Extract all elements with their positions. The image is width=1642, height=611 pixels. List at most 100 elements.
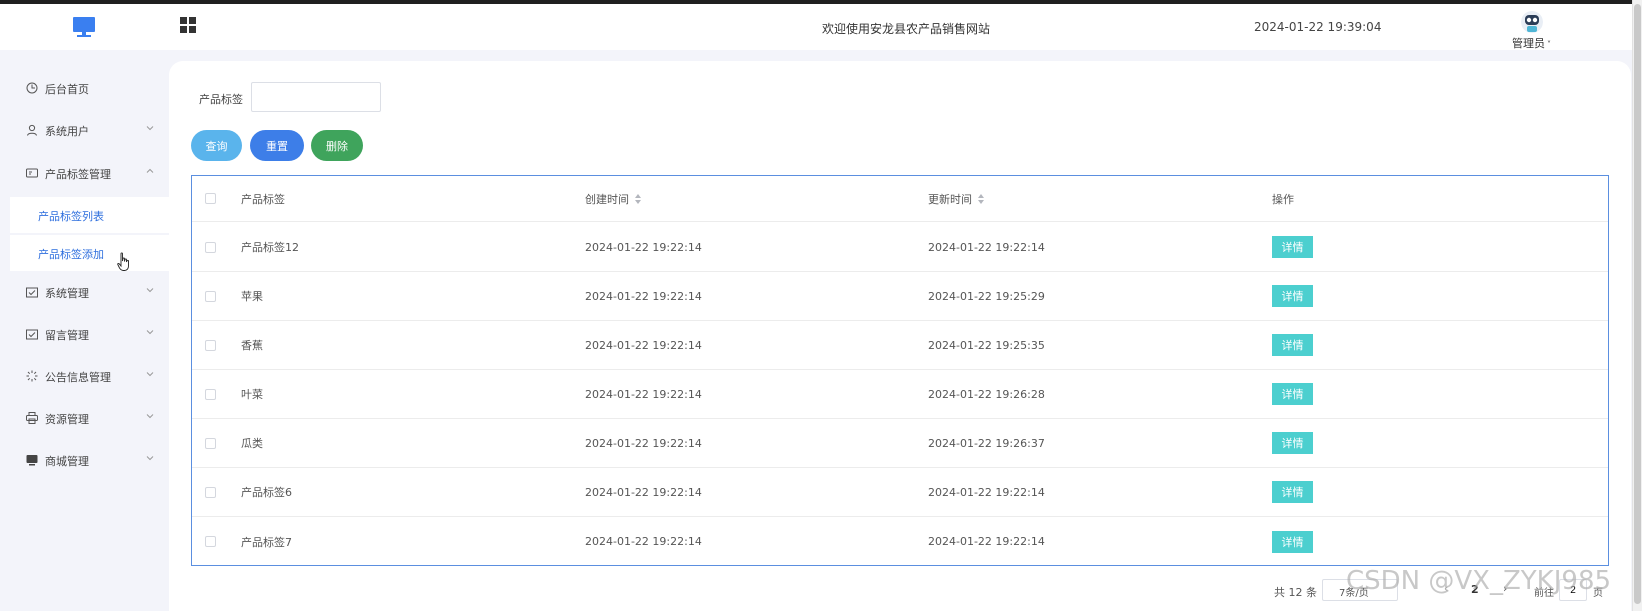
grid-menu-icon[interactable]: [180, 17, 197, 34]
row-checkbox[interactable]: [204, 339, 216, 351]
reset-button[interactable]: 重置: [250, 130, 304, 161]
row-select-cell: [202, 321, 218, 369]
created-cell: 2024-01-22 19:22:14: [585, 436, 702, 450]
sort-icon[interactable]: [635, 193, 641, 204]
sidebar-item-announcements[interactable]: 公告信息管理: [0, 356, 169, 396]
created-cell: 2024-01-22 19:22:14: [585, 485, 702, 499]
chevron-down-icon: [146, 288, 154, 293]
sidebar-item-label: 商城管理: [45, 455, 89, 468]
sidebar-item-messages[interactable]: 留言管理: [0, 314, 169, 354]
sidebar-item-home[interactable]: 后台首页: [0, 68, 169, 108]
tag-cell: 苹果: [241, 290, 263, 303]
ops-cell: 详情: [1272, 272, 1313, 320]
tag-cell: 叶菜: [241, 388, 263, 401]
hand-cursor-icon: [117, 252, 129, 271]
chevron-down-icon: ˅: [1547, 40, 1551, 49]
site-title: 欢迎使用安龙县农产品销售网站: [821, 22, 990, 36]
created-cell: 2024-01-22 19:22:14: [585, 240, 702, 254]
printer-icon: [26, 412, 38, 424]
detail-button[interactable]: 详情: [1272, 383, 1313, 405]
column-header-label: 更新时间: [928, 192, 972, 206]
scrollbar-thumb[interactable]: [1634, 4, 1641, 604]
row-checkbox[interactable]: [204, 536, 216, 547]
updated-cell: 2024-01-22 19:22:14: [928, 240, 1045, 254]
row-checkbox[interactable]: [204, 241, 216, 253]
sidebar-item-label: 留言管理: [45, 329, 89, 342]
row-checkbox[interactable]: [204, 437, 216, 449]
table-row: 产品标签12 2024-01-22 19:22:14 2024-01-22 19…: [192, 223, 1608, 272]
updated-cell: 2024-01-22 19:25:35: [928, 338, 1045, 352]
sidebar-item-label: 后台首页: [45, 83, 89, 96]
top-header: 欢迎使用安龙县农产品销售网站 2024-01-22 19:39:04 管理员 ˅: [0, 4, 1642, 50]
column-header-created[interactable]: 创建时间: [585, 176, 641, 221]
row-checkbox[interactable]: [204, 486, 216, 498]
chevron-down-icon: [146, 456, 154, 461]
filter-label: 产品标签: [199, 93, 243, 106]
user-name-label: 管理员: [1512, 37, 1545, 50]
table-row: 苹果 2024-01-22 19:22:14 2024-01-22 19:25:…: [192, 272, 1608, 321]
sidebar-item-product-tags[interactable]: 产品标签管理: [0, 153, 169, 193]
sidebar-item-mall[interactable]: 商城管理: [0, 440, 169, 480]
created-cell: 2024-01-22 19:22:14: [585, 535, 702, 548]
select-all-checkbox[interactable]: [204, 193, 216, 204]
user-menu[interactable]: 管理员 ˅: [1512, 35, 1551, 51]
folder-icon: [26, 287, 38, 298]
ops-cell: 详情: [1272, 223, 1313, 271]
created-cell: 2024-01-22 19:22:14: [585, 289, 702, 303]
detail-button[interactable]: 详情: [1272, 236, 1313, 258]
created-cell: 2024-01-22 19:22:14: [585, 338, 702, 352]
detail-button[interactable]: 详情: [1272, 432, 1313, 454]
sidebar-item-system-mgmt[interactable]: 系统管理: [0, 272, 169, 312]
table-header: 产品标签 创建时间 更新时间 操作: [192, 176, 1608, 222]
folder-icon: [26, 329, 38, 340]
ops-cell: 详情: [1272, 468, 1313, 516]
detail-button[interactable]: 详情: [1272, 530, 1313, 553]
row-checkbox[interactable]: [204, 388, 216, 400]
submenu-item-tag-add[interactable]: 产品标签添加: [10, 235, 169, 271]
sidebar-item-resources[interactable]: 资源管理: [0, 398, 169, 438]
avatar[interactable]: [1521, 10, 1543, 34]
sort-icon[interactable]: [978, 193, 984, 204]
row-select-cell: [202, 223, 218, 271]
submenu-item-label: 产品标签添加: [38, 248, 104, 261]
detail-button[interactable]: 详情: [1272, 481, 1313, 503]
detail-button[interactable]: 详情: [1272, 334, 1313, 356]
query-button[interactable]: 查询: [191, 130, 242, 161]
updated-cell: 2024-01-22 19:26:37: [928, 436, 1045, 450]
updated-cell: 2024-01-22 19:22:14: [928, 535, 1045, 548]
table-row: 产品标签6 2024-01-22 19:22:14 2024-01-22 19:…: [192, 468, 1608, 517]
chevron-down-icon: [146, 330, 154, 335]
user-icon: [27, 124, 37, 136]
submenu-item-label: 产品标签列表: [38, 210, 104, 223]
row-select-cell: [202, 517, 218, 566]
row-select-cell: [202, 272, 218, 320]
sidebar-item-system-users[interactable]: 系统用户: [0, 110, 169, 150]
ops-cell: 详情: [1272, 370, 1313, 418]
ops-cell: 详情: [1272, 419, 1313, 467]
updated-cell: 2024-01-22 19:26:28: [928, 387, 1045, 401]
chevron-down-icon: [146, 372, 154, 377]
tag-search-input[interactable]: [251, 82, 381, 112]
pagination-total: 共 12 条: [1274, 586, 1317, 599]
monitor-icon: [26, 455, 38, 466]
monitor-logo-icon: [73, 17, 95, 37]
select-all-cell: [202, 176, 218, 221]
submenu-item-tag-list[interactable]: 产品标签列表: [10, 197, 169, 233]
row-select-cell: [202, 419, 218, 467]
tag-cell: 瓜类: [241, 437, 263, 450]
ops-cell: 详情: [1272, 517, 1313, 566]
column-header-tag: 产品标签: [241, 192, 285, 206]
table-row: 瓜类 2024-01-22 19:22:14 2024-01-22 19:26:…: [192, 419, 1608, 468]
column-header-updated[interactable]: 更新时间: [928, 176, 984, 221]
sidebar-item-label: 系统管理: [45, 287, 89, 300]
loading-icon: [26, 370, 38, 382]
created-cell: 2024-01-22 19:22:14: [585, 387, 702, 401]
sidebar-item-label: 产品标签管理: [45, 168, 111, 181]
row-select-cell: [202, 370, 218, 418]
tag-card-icon: [26, 168, 38, 178]
updated-cell: 2024-01-22 19:22:14: [928, 485, 1045, 499]
delete-button[interactable]: 删除: [311, 130, 363, 161]
row-checkbox[interactable]: [204, 290, 216, 302]
table-row: 香蕉 2024-01-22 19:22:14 2024-01-22 19:25:…: [192, 321, 1608, 370]
detail-button[interactable]: 详情: [1272, 285, 1313, 307]
